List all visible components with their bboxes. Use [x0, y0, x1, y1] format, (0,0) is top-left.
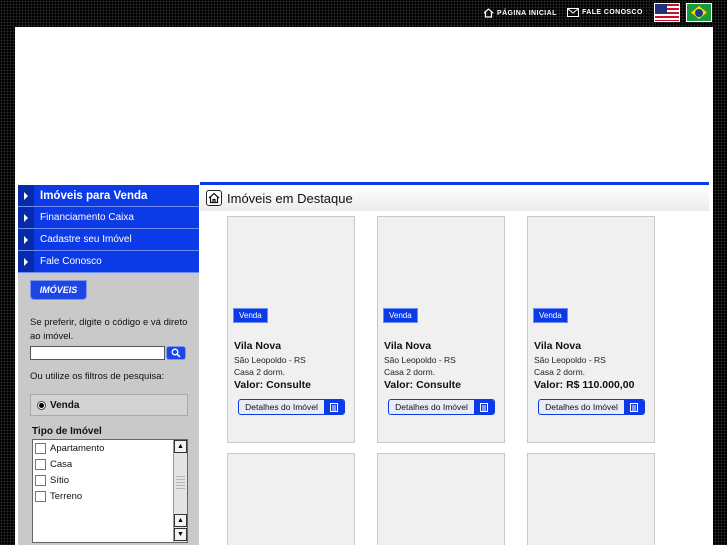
status-badge: Venda	[383, 308, 418, 323]
scroll-grip[interactable]	[176, 476, 185, 490]
filter-prompt: Ou utilize os filtros de pesquisa:	[30, 371, 165, 382]
arrow-icon	[18, 229, 34, 250]
scrollbar[interactable]: ▲ ▲ ▼	[173, 440, 187, 542]
property-card[interactable]: Venda Vila Nova São Leopoldo - RS Casa 2…	[227, 216, 355, 443]
venda-radio-option[interactable]: Venda	[30, 394, 188, 416]
top-bar: PÁGINA INICIAL FALE CONOSCO	[0, 0, 727, 27]
scroll-up-icon[interactable]: ▲	[174, 514, 187, 527]
menu-item-label: Cadastre seu Imóvel	[40, 234, 132, 245]
details-label: Detalhes do Imóvel	[395, 402, 468, 412]
search-icon	[171, 348, 181, 358]
menu-item-label: Fale Conosco	[40, 256, 102, 267]
property-type: Casa 2 dorm.	[534, 367, 586, 377]
home-link-label: PÁGINA INICIAL	[497, 9, 557, 17]
scroll-down-icon[interactable]: ▼	[174, 528, 187, 541]
document-icon	[474, 400, 494, 414]
radio-button[interactable]	[37, 400, 46, 410]
property-price: Valor: Consulte	[384, 379, 462, 391]
brazil-flag-icon[interactable]	[686, 3, 712, 22]
details-label: Detalhes do Imóvel	[245, 402, 318, 412]
tipo-imovel-list[interactable]: Apartamento Casa Sítio Terreno ▲ ▲ ▼	[32, 439, 188, 543]
arrow-icon	[18, 185, 34, 206]
option-label: Terreno	[50, 490, 83, 502]
property-name: Vila Nova	[234, 340, 282, 352]
menu-item-cadastre[interactable]: Cadastre seu Imóvel	[18, 229, 199, 251]
menu-item-fale-conosco[interactable]: Fale Conosco	[18, 251, 199, 273]
property-card[interactable]	[527, 453, 655, 545]
property-location: São Leopoldo - RS	[234, 355, 306, 365]
checkbox[interactable]	[35, 442, 46, 454]
property-location: São Leopoldo - RS	[534, 355, 606, 365]
details-button[interactable]: Detalhes do Imóvel	[238, 399, 345, 415]
property-card[interactable]: Venda Vila Nova São Leopoldo - RS Casa 2…	[377, 216, 505, 443]
document-icon	[324, 400, 344, 414]
featured-title: Imóveis em Destaque	[227, 190, 353, 206]
home-icon	[483, 8, 494, 18]
property-name: Vila Nova	[384, 340, 432, 352]
property-card[interactable]: Venda Vila Nova São Leopoldo - RS Casa 2…	[527, 216, 655, 443]
house-icon	[206, 190, 222, 206]
option-label: Sítio	[50, 474, 70, 486]
property-card[interactable]	[227, 453, 355, 545]
menu-item-imoveis-venda[interactable]: Imóveis para Venda	[18, 185, 199, 207]
home-link[interactable]: PÁGINA INICIAL	[483, 8, 557, 18]
imoveis-tab[interactable]: IMÓVEIS	[30, 280, 87, 300]
code-input[interactable]	[30, 346, 165, 360]
details-button[interactable]: Detalhes do Imóvel	[388, 399, 495, 415]
list-item[interactable]: Apartamento	[33, 440, 187, 456]
arrow-icon	[18, 251, 34, 272]
featured-header: Imóveis em Destaque	[200, 182, 709, 211]
property-price: Valor: Consulte	[234, 379, 312, 391]
list-item[interactable]: Casa	[33, 456, 187, 472]
property-name: Vila Nova	[534, 340, 582, 352]
property-type: Casa 2 dorm.	[234, 367, 286, 377]
menu-item-label: Imóveis para Venda	[40, 189, 148, 202]
radio-label: Venda	[50, 399, 80, 411]
search-button[interactable]	[166, 346, 186, 360]
property-price: Valor: R$ 110.000,00	[534, 379, 635, 391]
sidebar: Imóveis para Venda Financiamento Caixa C…	[18, 185, 199, 545]
property-type: Casa 2 dorm.	[384, 367, 436, 377]
menu-item-financiamento[interactable]: Financiamento Caixa	[18, 207, 199, 229]
option-label: Casa	[50, 458, 73, 470]
scroll-up-icon[interactable]: ▲	[174, 440, 187, 453]
option-label: Apartamento	[50, 442, 105, 454]
details-button[interactable]: Detalhes do Imóvel	[538, 399, 645, 415]
checkbox[interactable]	[35, 458, 46, 470]
list-item[interactable]: Sítio	[33, 472, 187, 488]
code-prompt: Se preferir, digite o código e vá direto…	[30, 317, 188, 342]
details-label: Detalhes do Imóvel	[545, 402, 618, 412]
menu-item-label: Financiamento Caixa	[40, 212, 134, 223]
contact-link[interactable]: FALE CONOSCO	[567, 8, 643, 17]
us-flag-icon[interactable]	[654, 3, 680, 22]
arrow-icon	[18, 207, 34, 228]
contact-link-label: FALE CONOSCO	[582, 9, 643, 16]
property-card[interactable]	[377, 453, 505, 545]
tipo-imovel-label: Tipo de Imóvel	[32, 426, 102, 437]
checkbox[interactable]	[35, 474, 46, 486]
mail-icon	[567, 8, 579, 17]
checkbox[interactable]	[35, 490, 46, 502]
property-location: São Leopoldo - RS	[384, 355, 456, 365]
status-badge: Venda	[233, 308, 268, 323]
list-item[interactable]: Terreno	[33, 488, 187, 504]
status-badge: Venda	[533, 308, 568, 323]
document-icon	[624, 400, 644, 414]
